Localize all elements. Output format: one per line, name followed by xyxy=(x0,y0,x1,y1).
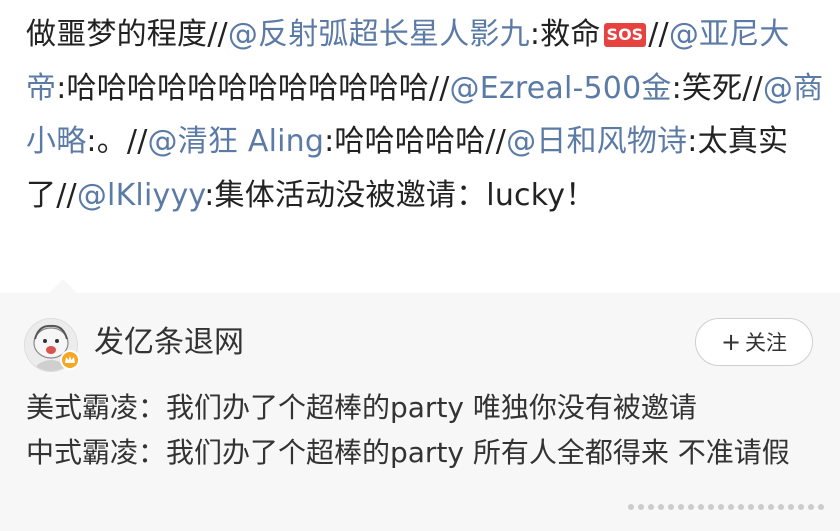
repost-text-segment: :集体活动没被邀请：lucky！ xyxy=(204,177,596,213)
mention-link[interactable]: @日和风物诗 xyxy=(506,124,687,159)
repost-chain-text: 做噩梦的程度//@反射弧超长星人影九:救命 SOS//@亚尼大帝:哈哈哈哈哈哈哈哈… xyxy=(26,8,826,222)
follow-button[interactable]: + 关注 xyxy=(695,318,813,366)
mention-link[interactable]: @lKliyyy xyxy=(77,178,204,213)
repost-text-segment: 做噩梦的程度// xyxy=(26,17,228,52)
repost-text-segment: // xyxy=(648,17,669,52)
crown-icon xyxy=(65,356,75,363)
repost-text-segment: :哈哈哈哈哈// xyxy=(324,124,507,159)
fade-dots-decoration xyxy=(628,504,824,510)
quoted-username[interactable]: 发亿条退网 xyxy=(94,322,244,364)
quoted-post-text: 美式霸凌：我们办了个超棒的party 唯独你没有被邀请 中式霸凌：我们办了个超棒… xyxy=(26,386,816,475)
repost-text-segment: :救命 xyxy=(529,17,601,52)
repost-text-segment: :笑死// xyxy=(671,70,763,106)
mention-link[interactable]: @反射弧超长星人影九 xyxy=(228,17,530,52)
repost-text-segment: :哈哈哈哈哈哈哈哈哈哈哈哈// xyxy=(56,70,450,106)
verified-badge-icon xyxy=(60,350,80,370)
quote-card-notch xyxy=(48,279,78,294)
plus-icon: + xyxy=(720,328,742,356)
follow-button-label: 关注 xyxy=(745,331,788,355)
mention-link[interactable]: @Ezreal-500金 xyxy=(450,71,672,106)
sos-emoji-icon: SOS xyxy=(603,23,647,47)
quoted-line: 美式霸凌：我们办了个超棒的party 唯独你没有被邀请 xyxy=(26,391,697,424)
repost-text-segment: :。// xyxy=(86,124,148,159)
mention-link[interactable]: @清狂 Aling xyxy=(148,124,325,159)
quoted-line: 中式霸凌：我们办了个超棒的party 所有人全都得来 不准请假 xyxy=(26,435,790,469)
weibo-repost-view: 做噩梦的程度//@反射弧超长星人影九:救命 SOS//@亚尼大帝:哈哈哈哈哈哈哈哈… xyxy=(0,0,840,531)
